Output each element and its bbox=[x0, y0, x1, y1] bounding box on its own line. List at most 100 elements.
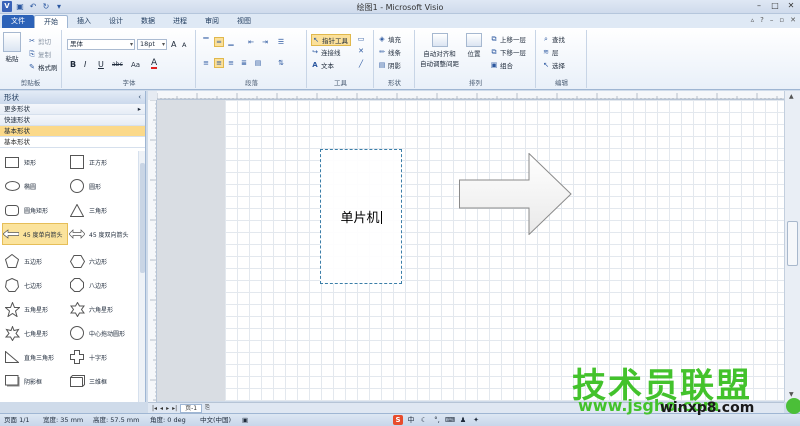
indent-increase-button[interactable]: ⇥ bbox=[261, 38, 269, 46]
shape-circle[interactable]: 圆形 bbox=[69, 175, 135, 197]
shape-pentagon[interactable]: 五边形 bbox=[4, 250, 70, 272]
ime-tools-icon[interactable]: ✦ bbox=[471, 415, 481, 425]
shape-octagon[interactable]: 八边形 bbox=[69, 274, 135, 296]
shape-hexagon[interactable]: 六边形 bbox=[69, 250, 135, 272]
shape-7-point-star[interactable]: 七角星形 bbox=[4, 322, 70, 344]
indent-decrease-button[interactable]: ⇤ bbox=[247, 38, 255, 46]
doc-restore-icon[interactable]: ▫ bbox=[779, 16, 784, 24]
italic-button[interactable]: I bbox=[84, 60, 86, 69]
align-right-button[interactable]: ≡ bbox=[227, 59, 235, 67]
shape-3d-box[interactable]: 三维框 bbox=[69, 370, 135, 392]
ime-moon-icon[interactable]: ☾ bbox=[419, 415, 429, 425]
shape-text[interactable]: 单片机 bbox=[340, 211, 379, 226]
shape-text-container[interactable]: 单片机 bbox=[321, 207, 401, 226]
basic-shapes-item[interactable]: 基本形状 bbox=[0, 126, 145, 137]
bring-forward-button[interactable]: ⧉ 上移一层 bbox=[490, 34, 527, 44]
align-middle-button[interactable]: ═ bbox=[214, 37, 224, 47]
minimize-icon[interactable]: – bbox=[752, 1, 766, 11]
rectangle-shape-selected[interactable]: 单片机 bbox=[320, 149, 402, 284]
shapes-pane-scrollbar[interactable] bbox=[138, 151, 145, 402]
prev-page-icon[interactable]: ◂ bbox=[160, 405, 163, 412]
bullets-button[interactable]: ☰ bbox=[277, 38, 285, 46]
format-painter-button[interactable]: ✎ 格式刷 bbox=[28, 62, 57, 72]
text-direction-button[interactable]: ⇅ bbox=[277, 59, 285, 67]
scroll-up-icon[interactable]: ▲ bbox=[789, 93, 794, 100]
page-tab-1[interactable]: 页-1 bbox=[180, 403, 203, 413]
canvas-vertical-scrollbar[interactable]: ▲ ▼ bbox=[784, 91, 800, 402]
line-tool-button[interactable]: ╱ bbox=[357, 60, 365, 68]
status-page[interactable]: 页面 1/1 bbox=[4, 414, 30, 426]
shrink-font-button[interactable]: A bbox=[182, 41, 186, 49]
align-bottom-button[interactable]: ▁ bbox=[227, 38, 235, 46]
connector-tool-button[interactable]: ↪ 连接线 bbox=[311, 47, 340, 57]
paste-button[interactable]: 粘贴 bbox=[3, 32, 21, 63]
shape-45-degree-double-arrow[interactable]: 45 度双向箭头 bbox=[69, 223, 135, 245]
tab-view[interactable]: 视图 bbox=[228, 15, 260, 28]
shape-ellipse[interactable]: 椭圆 bbox=[4, 175, 70, 197]
grow-font-button[interactable]: A bbox=[171, 40, 176, 49]
tab-process[interactable]: 进程 bbox=[164, 15, 196, 28]
align-center-button[interactable]: ≡ bbox=[214, 58, 224, 68]
shape-cross[interactable]: 十字形 bbox=[69, 346, 135, 368]
rectangle-tool-button[interactable]: ▭ bbox=[357, 35, 365, 43]
last-page-icon[interactable]: ▸| bbox=[172, 405, 177, 412]
change-case-button[interactable]: Aa bbox=[131, 61, 140, 69]
ime-user-icon[interactable]: ♟ bbox=[458, 415, 468, 425]
layers-button[interactable]: ≋ 层 bbox=[542, 47, 558, 57]
shape-heptagon[interactable]: 七边形 bbox=[4, 274, 70, 296]
scrollbar-thumb[interactable] bbox=[140, 163, 145, 273]
tab-file[interactable]: 文件 bbox=[2, 15, 34, 28]
shadow-button[interactable]: ▤ 阴影 bbox=[378, 60, 401, 70]
tab-home[interactable]: 开始 bbox=[34, 15, 68, 28]
align-top-button[interactable]: ▔ bbox=[202, 38, 210, 46]
auto-align-button[interactable]: 自动对齐和 自动调整间距 bbox=[420, 33, 459, 68]
send-backward-button[interactable]: ⧉ 下移一层 bbox=[490, 47, 527, 57]
distribute-button[interactable]: ▤ bbox=[254, 59, 262, 67]
shape-5-point-star[interactable]: 五角星形 bbox=[4, 298, 70, 320]
tab-insert[interactable]: 插入 bbox=[68, 15, 100, 28]
quick-shapes-item[interactable]: 快速形状 bbox=[0, 115, 145, 126]
copy-button[interactable]: ⎘ 复制 bbox=[28, 49, 51, 59]
help-icon[interactable]: ? bbox=[760, 16, 764, 24]
select-button[interactable]: ↖ 选择 bbox=[542, 60, 565, 70]
underline-button[interactable]: U bbox=[98, 60, 104, 69]
right-arrow-shape[interactable] bbox=[459, 153, 573, 235]
shape-rectangle[interactable]: 矩形 bbox=[4, 151, 70, 173]
cut-button[interactable]: ✂ 剪切 bbox=[28, 36, 51, 46]
ribbon-minimize-icon[interactable]: ▵ bbox=[751, 16, 755, 24]
shape-center-drag-circle[interactable]: 中心拖动圆形 bbox=[69, 322, 135, 344]
font-color-button[interactable]: A bbox=[151, 59, 158, 69]
insert-page-icon[interactable]: ⎘ bbox=[205, 404, 210, 412]
close-icon[interactable]: ✕ bbox=[784, 1, 798, 11]
fill-button[interactable]: ◈ 填充 bbox=[378, 34, 401, 44]
shape-6-point-star[interactable]: 六角星形 bbox=[69, 298, 135, 320]
ime-punct-icon[interactable]: °, bbox=[432, 415, 442, 425]
first-page-icon[interactable]: |◂ bbox=[152, 405, 157, 412]
drawing-page[interactable] bbox=[225, 100, 784, 401]
position-button[interactable]: 位置 bbox=[466, 33, 482, 58]
tab-data[interactable]: 数据 bbox=[132, 15, 164, 28]
more-shapes-item[interactable]: 更多形状 bbox=[0, 104, 145, 115]
ime-keyboard-icon[interactable]: ⌨ bbox=[445, 415, 455, 425]
line-button[interactable]: ✏ 线条 bbox=[378, 47, 401, 57]
collapse-pane-icon[interactable]: ‹ bbox=[138, 91, 141, 104]
find-button[interactable]: ⌕ 查找 bbox=[542, 34, 565, 44]
strikethrough-button[interactable]: abc bbox=[112, 61, 123, 68]
connection-point-button[interactable]: ✕ bbox=[357, 47, 365, 55]
pointer-tool-button[interactable]: ↖ 指针工具 bbox=[311, 34, 351, 46]
next-page-icon[interactable]: ▸ bbox=[166, 405, 169, 412]
align-left-button[interactable]: ≡ bbox=[202, 59, 210, 67]
doc-minimize-icon[interactable]: – bbox=[770, 16, 774, 24]
group-button[interactable]: ▣ 组合 bbox=[490, 60, 513, 70]
shape-square[interactable]: 正方形 bbox=[69, 151, 135, 173]
shape-rounded-rectangle[interactable]: 圆角矩形 bbox=[4, 199, 70, 221]
shape-45-degree-single-arrow[interactable]: 45 度单向箭头 bbox=[2, 223, 68, 245]
ime-chinese-icon[interactable]: 中 bbox=[406, 415, 416, 425]
font-family-select[interactable]: 黑体 bbox=[67, 39, 135, 50]
scroll-down-icon[interactable]: ▼ bbox=[789, 391, 794, 398]
bold-button[interactable]: B bbox=[70, 60, 76, 69]
shape-shadow-box[interactable]: 阴影框 bbox=[4, 370, 70, 392]
status-language[interactable]: 中文(中国) bbox=[200, 414, 231, 426]
maximize-icon[interactable]: □ bbox=[768, 1, 782, 11]
macro-record-icon[interactable]: ▣ bbox=[242, 414, 248, 426]
